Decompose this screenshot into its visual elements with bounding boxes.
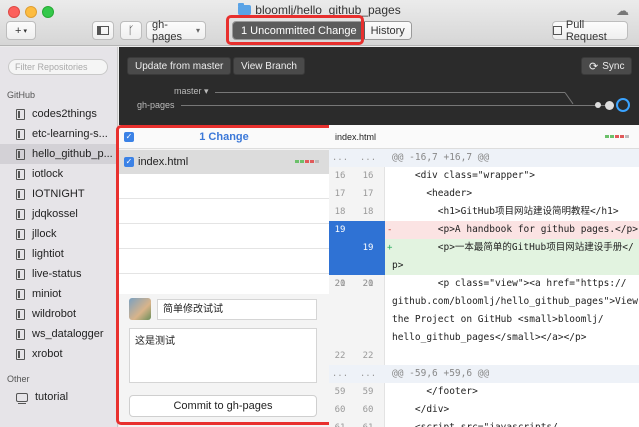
commit-node[interactable] bbox=[605, 101, 614, 110]
repo-icon bbox=[16, 228, 25, 240]
sidebar-icon bbox=[97, 26, 109, 35]
folder-icon bbox=[238, 3, 252, 15]
diff-added-line[interactable]: 19 + <p>一本最简单的GitHub项目网站建设手册</ p> bbox=[329, 239, 639, 275]
pull-request-button[interactable]: Pull Request bbox=[552, 19, 628, 43]
repo-icon bbox=[16, 268, 25, 280]
add-repository-button[interactable]: + ▾ bbox=[6, 21, 36, 40]
current-branch-label: gh-pages bbox=[137, 100, 175, 110]
group-label-github: GitHub bbox=[7, 90, 36, 100]
repo-icon bbox=[16, 308, 25, 320]
filter-repositories-input[interactable]: Filter Repositories bbox=[8, 59, 108, 75]
diff-line: 18 18 <h1>GitHub项目网站建设简明教程</h1> bbox=[334, 206, 619, 217]
repo-icon bbox=[16, 148, 25, 160]
diff-line: 16 16 <div class="wrapper"> bbox=[334, 170, 535, 181]
diff-panel: index.html ... ... @@ -16,7 +16,7 @@ 16 1… bbox=[329, 125, 639, 427]
uncommitted-node[interactable] bbox=[616, 98, 630, 112]
sidebar-item-live-status[interactable]: live-status bbox=[0, 264, 118, 284]
sidebar-item-jdqkossel[interactable]: jdqkossel bbox=[0, 204, 118, 224]
group-label-other: Other bbox=[7, 374, 30, 384]
repo-icon bbox=[16, 208, 25, 220]
sync-button[interactable]: ⟳ Sync bbox=[581, 57, 633, 75]
update-from-master-button[interactable]: Update from master bbox=[127, 57, 232, 75]
repo-icon bbox=[16, 108, 25, 120]
sidebar-item-ws-datalogger[interactable]: ws_datalogger bbox=[0, 324, 118, 344]
chevron-down-icon: ▾ bbox=[195, 26, 200, 35]
sidebar-item-iotlock[interactable]: iotlock bbox=[0, 164, 118, 184]
merge-line bbox=[564, 92, 574, 105]
diff-deleted-line[interactable]: 19 - <p>A handbook for github pages.</p> bbox=[329, 221, 639, 239]
annotation-highlight-changes bbox=[116, 125, 334, 425]
sidebar-item-xrobot[interactable]: xrobot bbox=[0, 344, 118, 364]
sidebar-item-etc-learning[interactable]: etc-learning-s... bbox=[0, 124, 118, 144]
current-branch-line bbox=[181, 105, 611, 106]
sidebar-item-jllock[interactable]: jllock bbox=[0, 224, 118, 244]
sidebar-item-tutorial[interactable]: tutorial bbox=[0, 387, 118, 407]
diff-line: 60 60 </div> bbox=[334, 404, 450, 415]
master-branch-line bbox=[215, 92, 565, 93]
pull-request-icon bbox=[553, 26, 562, 35]
repo-icon bbox=[16, 248, 25, 260]
repo-icon bbox=[16, 348, 25, 360]
change-stats-icon bbox=[605, 135, 629, 138]
annotation-highlight-tab bbox=[226, 15, 364, 45]
cloud-icon[interactable]: ☁ bbox=[616, 3, 629, 19]
repository-sidebar: Filter Repositories GitHub codes2things … bbox=[0, 47, 118, 427]
branch-icon: ᚴ bbox=[127, 24, 135, 37]
view-branch-button[interactable]: View Branch bbox=[233, 57, 305, 75]
diff-line: 6161 <script src="javascripts/ bbox=[329, 419, 639, 427]
sidebar-item-miniot[interactable]: miniot bbox=[0, 284, 118, 304]
commit-node[interactable] bbox=[595, 102, 601, 108]
diff-line: 17 17 <header> bbox=[334, 188, 473, 199]
tab-history[interactable]: History bbox=[364, 22, 411, 39]
diff-hunk-header: ... ... @@ -16,7 +16,7 @@ bbox=[329, 149, 639, 167]
chevron-down-icon: ▾ bbox=[23, 27, 27, 35]
repo-icon bbox=[16, 188, 25, 200]
diff-line: 22 22 bbox=[334, 351, 374, 361]
sync-icon: ⟳ bbox=[589, 60, 599, 73]
diff-file-header: index.html bbox=[329, 125, 639, 149]
diff-line: 21 21 <p class="view"><a href="https:// g… bbox=[334, 278, 638, 343]
branch-area: Update from master View Branch ⟳ Sync mas… bbox=[119, 47, 639, 125]
sidebar-item-hello-github-pages[interactable]: hello_github_p... bbox=[0, 144, 118, 164]
master-branch-label[interactable]: master ▾ bbox=[174, 86, 209, 97]
diff-hunk-header: ... ... @@ -59,6 +59,6 @@ bbox=[329, 365, 639, 383]
repo-icon bbox=[16, 168, 25, 180]
repo-icon bbox=[16, 288, 25, 300]
sidebar-item-iotnight[interactable]: IOTNIGHT bbox=[0, 184, 118, 204]
computer-icon bbox=[16, 392, 28, 404]
sidebar-item-lightiot[interactable]: lightiot bbox=[0, 244, 118, 264]
repo-icon bbox=[16, 328, 25, 340]
diff-line: 59 59 </footer> bbox=[334, 386, 478, 397]
sidebar-item-wildrobot[interactable]: wildrobot bbox=[0, 304, 118, 324]
repo-icon bbox=[16, 128, 25, 140]
sidebar-item-codes2things[interactable]: codes2things bbox=[0, 104, 118, 124]
sidebar-toggle-button[interactable] bbox=[92, 21, 114, 40]
branch-icon-button[interactable]: ᚴ bbox=[120, 21, 142, 40]
branch-selector[interactable]: gh-pages ▾ bbox=[146, 19, 206, 43]
